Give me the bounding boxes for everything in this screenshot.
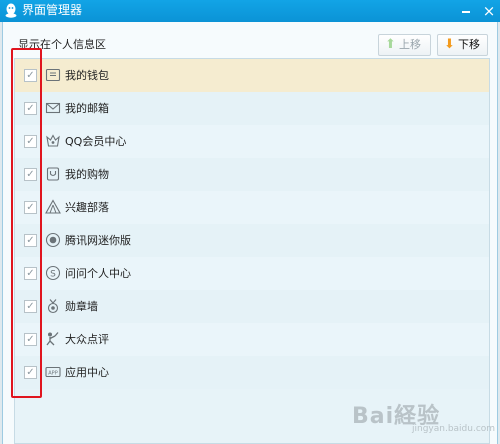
move-up-button[interactable]: ⬆ 上移 [378, 34, 431, 56]
item-label: 腾讯网迷你版 [65, 234, 131, 247]
minimize-button[interactable] [456, 0, 476, 22]
list-item-wenwen[interactable]: ✓ S 问问个人中心 [15, 257, 489, 290]
item-label: 我的购物 [65, 168, 109, 181]
qq-penguin-icon [5, 3, 17, 18]
item-checkbox[interactable]: ✓ [24, 168, 37, 181]
arrow-up-icon: ⬆ [385, 37, 396, 52]
wenwen-icon: S [45, 265, 61, 281]
section-label: 显示在个人信息区 [18, 38, 106, 51]
list-item-mail[interactable]: ✓ 我的邮箱 [15, 92, 489, 125]
app-center-icon: APP [45, 364, 61, 380]
item-label: 我的钱包 [65, 69, 109, 82]
item-checkbox[interactable]: ✓ [24, 69, 37, 82]
move-down-label: 下移 [458, 38, 480, 51]
move-up-label: 上移 [399, 38, 421, 51]
minimize-icon [462, 11, 470, 13]
dianping-icon [45, 331, 61, 347]
list-item-medal-wall[interactable]: ✓ 勋章墙 [15, 290, 489, 323]
shopping-bag-icon [45, 166, 61, 182]
medal-icon [45, 298, 61, 314]
list-item-app-center[interactable]: ✓ APP 应用中心 [15, 356, 489, 389]
arrow-down-icon: ⬇ [444, 37, 455, 52]
wallet-icon [45, 67, 61, 83]
item-checkbox[interactable]: ✓ [24, 135, 37, 148]
window-title: 界面管理器 [22, 3, 83, 17]
close-button[interactable]: × [478, 0, 500, 22]
item-label: 我的邮箱 [65, 102, 109, 115]
list-item-qq-vip[interactable]: ✓ QQ会员中心 [15, 125, 489, 158]
list-item-wallet[interactable]: ✓ 我的钱包 [15, 59, 489, 92]
item-label: QQ会员中心 [65, 135, 127, 148]
item-checkbox[interactable]: ✓ [24, 300, 37, 313]
item-checkbox[interactable]: ✓ [24, 333, 37, 346]
item-checkbox[interactable]: ✓ [24, 234, 37, 247]
list-item-tencent-mini[interactable]: ✓ 腾讯网迷你版 [15, 224, 489, 257]
svg-text:APP: APP [48, 370, 57, 376]
tribe-tent-icon [45, 199, 61, 215]
list-item-shopping[interactable]: ✓ 我的购物 [15, 158, 489, 191]
watermark: Bai経验 jingyan.baidu.com [352, 394, 496, 442]
item-label: 勋章墙 [65, 300, 98, 313]
item-label: 问问个人中心 [65, 267, 131, 280]
title-bar[interactable]: 界面管理器 × [0, 0, 500, 22]
tencent-news-icon [45, 232, 61, 248]
svg-text:S: S [50, 270, 56, 280]
mail-icon [45, 100, 61, 116]
watermark-url: jingyan.baidu.com [412, 424, 496, 434]
item-label: 大众点评 [65, 333, 109, 346]
item-checkbox[interactable]: ✓ [24, 201, 37, 214]
move-down-button[interactable]: ⬇ 下移 [437, 34, 488, 56]
list-item-dianping[interactable]: ✓ 大众点评 [15, 323, 489, 356]
item-checkbox[interactable]: ✓ [24, 366, 37, 379]
item-checkbox[interactable]: ✓ [24, 102, 37, 115]
item-label: 应用中心 [65, 366, 109, 379]
vip-crown-icon [45, 133, 61, 149]
item-list[interactable]: ✓ 我的钱包 ✓ 我的邮箱 ✓ QQ会员中心 ✓ 我的购物 ✓ 兴趣部落 ✓ 腾… [14, 58, 490, 444]
list-item-tribe[interactable]: ✓ 兴趣部落 [15, 191, 489, 224]
item-checkbox[interactable]: ✓ [24, 267, 37, 280]
item-label: 兴趣部落 [65, 201, 109, 214]
